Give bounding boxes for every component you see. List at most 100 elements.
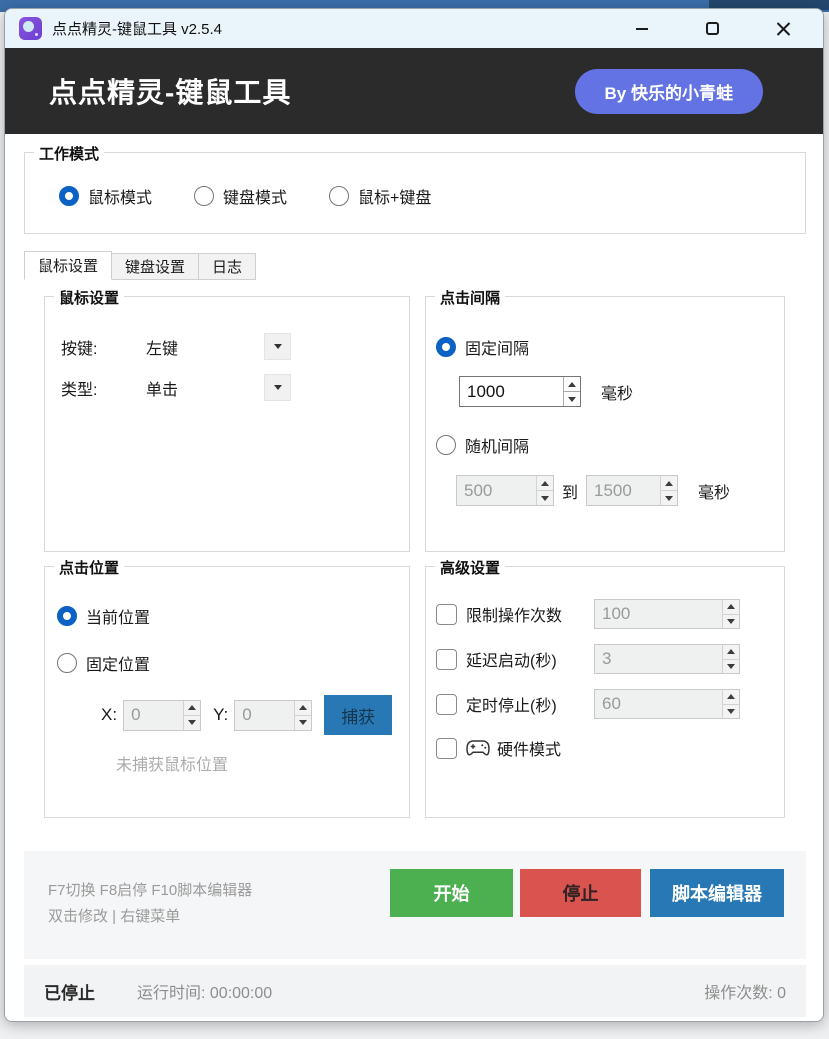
random-min-input <box>457 476 536 505</box>
spin-up-button <box>723 645 739 659</box>
limit-count-label: 限制操作次数 <box>466 602 594 626</box>
click-position-title: 点击位置 <box>54 557 124 578</box>
mouse-button-label: 按键: <box>61 335 146 359</box>
spin-up-button <box>537 476 553 490</box>
y-spinner <box>234 700 312 731</box>
radio-keyboard-mode[interactable]: 键盘模式 <box>194 184 287 208</box>
app-header-title: 点点精灵-键鼠工具 <box>49 71 291 111</box>
capture-hint: 未捕获鼠标位置 <box>116 751 409 775</box>
mouse-button-dropdown-button[interactable] <box>264 333 291 360</box>
tab-log[interactable]: 日志 <box>198 253 256 280</box>
radio-current-position[interactable]: 当前位置 <box>57 604 409 628</box>
hotkey-line1: F7切换 F8启停 F10脚本编辑器 <box>48 878 252 904</box>
y-input <box>235 701 294 730</box>
spinner-buttons <box>563 377 580 406</box>
footer-panel: F7切换 F8启停 F10脚本编辑器 双击修改 | 右键菜单 开始 停止 脚本编… <box>24 851 806 959</box>
tab-mouse-settings[interactable]: 鼠标设置 <box>24 251 112 280</box>
coordinates-row: X: Y: 捕获 <box>101 695 409 735</box>
random-min-spinner <box>456 475 554 506</box>
radio-mouse-keyboard-mode[interactable]: 鼠标+键盘 <box>329 184 431 208</box>
capture-button[interactable]: 捕获 <box>324 695 392 735</box>
settings-tabbar: 鼠标设置 键盘设置 日志 <box>24 251 255 280</box>
close-button[interactable] <box>748 9 819 48</box>
arrow-up-icon <box>665 481 673 486</box>
spin-up-button[interactable] <box>564 377 580 391</box>
work-mode-title: 工作模式 <box>34 143 104 164</box>
fixed-interval-unit: 毫秒 <box>601 380 633 404</box>
hardware-mode-label: 硬件模式 <box>497 736 561 760</box>
spin-down-button <box>295 715 311 730</box>
hotkey-line2: 双击修改 | 右键菜单 <box>48 904 252 930</box>
spinner-buttons <box>294 701 311 730</box>
delay-start-checkbox[interactable] <box>436 649 457 670</box>
gamepad-icon <box>466 739 490 757</box>
close-icon <box>776 21 791 36</box>
mouse-settings-group: 鼠标设置 按键: 左键 类型: 单击 <box>44 296 410 552</box>
mouse-button-row: 按键: 左键 <box>61 333 409 360</box>
radio-mouse-mode[interactable]: 鼠标模式 <box>59 184 152 208</box>
x-spinner <box>123 700 201 731</box>
radio-fixed-position[interactable]: 固定位置 <box>57 651 409 675</box>
timed-stop-checkbox[interactable] <box>436 694 457 715</box>
current-position-label: 当前位置 <box>86 604 150 628</box>
radio-selected-icon <box>59 186 79 206</box>
arrow-up-icon <box>727 604 735 609</box>
timed-stop-input <box>595 690 722 718</box>
random-max-spinner <box>586 475 678 506</box>
click-interval-group: 点击间隔 固定间隔 毫秒 随机间隔 <box>425 296 785 552</box>
random-max-input <box>587 476 660 505</box>
radio-selected-icon <box>436 337 456 357</box>
maximize-icon <box>706 22 719 35</box>
x-label: X: <box>101 705 117 725</box>
radio-random-interval[interactable]: 随机间隔 <box>436 433 784 457</box>
status-bar: 已停止 运行时间: 00:00:00 操作次数: 0 <box>24 965 806 1017</box>
advanced-settings-title: 高级设置 <box>435 557 505 578</box>
delay-start-input <box>595 645 722 673</box>
window-titlebar: 点点精灵-键鼠工具 v2.5.4 <box>5 9 823 48</box>
minimize-icon <box>636 28 648 30</box>
work-mode-options: 鼠标模式 键盘模式 鼠标+键盘 <box>59 184 805 208</box>
arrow-down-icon <box>299 720 307 725</box>
minimize-button[interactable] <box>606 9 677 48</box>
tab-keyboard-settings[interactable]: 键盘设置 <box>111 253 199 280</box>
random-interval-label: 随机间隔 <box>465 433 529 457</box>
status-runtime: 运行时间: 00:00:00 <box>137 979 272 1003</box>
spinner-buttons <box>183 701 200 730</box>
spin-up-button <box>723 600 739 614</box>
maximize-button[interactable] <box>677 9 748 48</box>
mouse-button-value: 左键 <box>146 335 264 359</box>
arrow-down-icon <box>541 496 549 501</box>
arrow-down-icon <box>188 720 196 725</box>
x-input <box>124 701 183 730</box>
spinner-buttons <box>722 690 739 718</box>
arrow-up-icon <box>188 705 196 710</box>
arrow-down-icon <box>568 397 576 402</box>
hardware-mode-checkbox[interactable] <box>436 738 457 759</box>
click-type-dropdown-button[interactable] <box>264 374 291 401</box>
fixed-interval-spinner <box>459 376 581 407</box>
fixed-position-label: 固定位置 <box>86 651 150 675</box>
script-editor-button[interactable]: 脚本编辑器 <box>650 869 784 917</box>
spinner-buttons <box>722 600 739 628</box>
start-button[interactable]: 开始 <box>390 869 513 917</box>
timed-stop-spinner <box>594 689 740 719</box>
arrow-down-icon <box>727 709 735 714</box>
click-interval-title: 点击间隔 <box>435 287 505 308</box>
spin-down-button[interactable] <box>564 391 580 406</box>
click-type-row: 类型: 单击 <box>61 374 409 401</box>
spin-down-button <box>184 715 200 730</box>
window-title: 点点精灵-键鼠工具 v2.5.4 <box>52 18 222 39</box>
fixed-interval-input[interactable] <box>460 377 563 406</box>
work-mode-group: 工作模式 鼠标模式 键盘模式 鼠标+键盘 <box>24 152 806 234</box>
spin-down-button <box>723 614 739 629</box>
advanced-settings-group: 高级设置 限制操作次数 延迟启动(秒) <box>425 566 785 818</box>
y-label: Y: <box>213 705 228 725</box>
status-operation-count: 操作次数: 0 <box>704 979 786 1003</box>
radio-fixed-interval[interactable]: 固定间隔 <box>436 335 784 359</box>
hardware-mode-row: 硬件模式 <box>436 736 784 760</box>
stop-button[interactable]: 停止 <box>520 869 641 917</box>
spin-up-button <box>723 690 739 704</box>
limit-count-checkbox[interactable] <box>436 604 457 625</box>
radio-unselected-icon <box>57 653 77 673</box>
window-controls <box>606 9 819 48</box>
